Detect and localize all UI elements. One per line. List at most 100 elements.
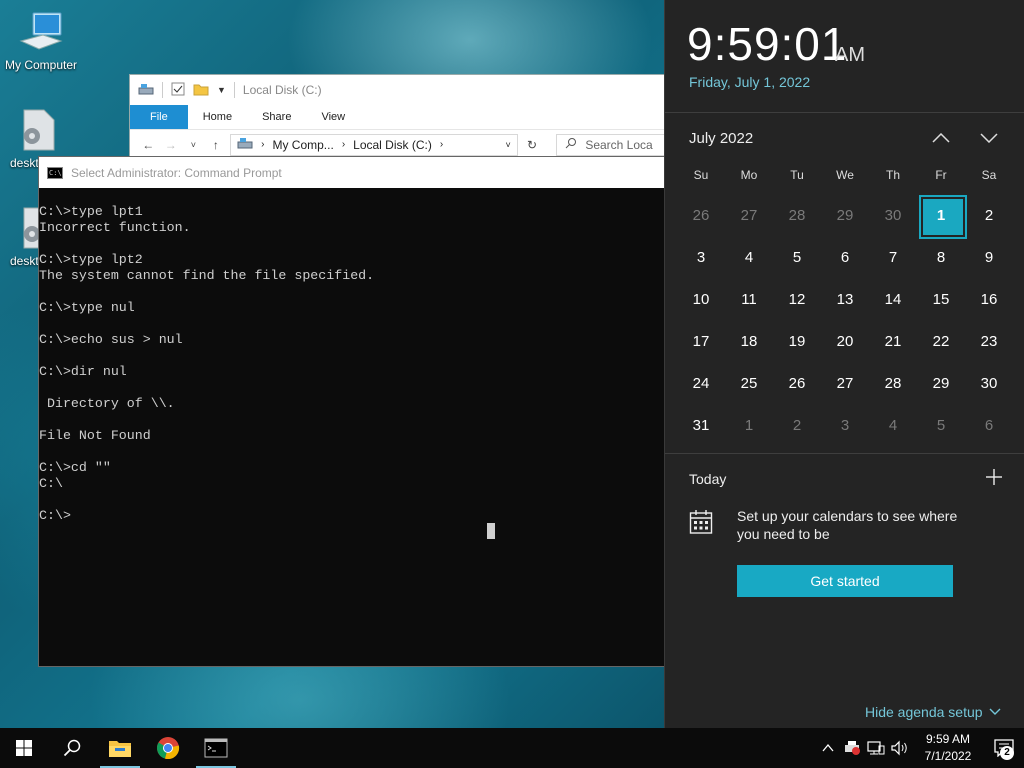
command-prompt-window[interactable]: C:\ Select Administrator: Command Prompt… [38, 156, 669, 667]
breadcrumb-item[interactable]: Local Disk (C:) [353, 138, 432, 152]
calendar-day-number: 1 [936, 206, 946, 224]
get-started-button[interactable]: Get started [737, 565, 953, 597]
calendar-day-number: 22 [932, 332, 950, 350]
calendar-day-number: 12 [788, 290, 806, 308]
hide-agenda-link[interactable]: Hide agenda setup [865, 704, 1001, 720]
calendar-day[interactable]: 23 [965, 320, 1013, 362]
action-center-button[interactable]: 2 [984, 728, 1024, 768]
recent-dropdown-icon[interactable]: ˅ [185, 140, 202, 150]
windows-logo-icon [16, 740, 32, 756]
tray-volume-button[interactable] [888, 728, 912, 768]
chevron-up-icon [822, 744, 834, 752]
chevron-down-icon [989, 708, 1001, 715]
calendar-day[interactable]: 22 [917, 320, 965, 362]
calendar-day-number: 1 [744, 416, 754, 434]
address-dropdown-icon[interactable]: ˅ [506, 140, 511, 150]
calendar-day[interactable]: 15 [917, 278, 965, 320]
console-line: C:\>dir nul [39, 364, 127, 379]
up-arrow-icon[interactable]: ↑ [208, 138, 225, 152]
calendar-day[interactable]: 13 [821, 278, 869, 320]
calendar-day[interactable]: 9 [965, 236, 1013, 278]
taskbar-command-prompt[interactable] [192, 728, 240, 768]
breadcrumb-item[interactable]: My Comp... [272, 138, 333, 152]
search-box[interactable]: Search Loca [556, 133, 668, 156]
back-arrow-icon[interactable]: ← [140, 138, 157, 152]
calendar-day[interactable]: 3 [821, 404, 869, 446]
forward-arrow-icon[interactable]: → [163, 138, 180, 152]
desktop-icon-my-computer[interactable]: My Computer [0, 10, 82, 72]
calendar-day[interactable]: 25 [725, 362, 773, 404]
calendar-day[interactable]: 8 [917, 236, 965, 278]
settings-file-icon [16, 108, 60, 152]
calendar-day[interactable]: 6 [965, 404, 1013, 446]
calendar-day[interactable]: 10 [677, 278, 725, 320]
refresh-icon[interactable]: ↻ [524, 138, 541, 152]
calendar-day[interactable]: 11 [725, 278, 773, 320]
console-line: File Not Found [39, 428, 151, 443]
customize-dropdown-icon[interactable]: ▼ [217, 85, 226, 95]
tab-view[interactable]: View [306, 105, 360, 129]
calendar-day[interactable]: 30 [965, 362, 1013, 404]
taskbar-search-button[interactable] [48, 728, 96, 768]
console-output[interactable]: C:\>type lpt1 Incorrect function. C:\>type… [39, 188, 668, 524]
calendar-day[interactable]: 4 [869, 404, 917, 446]
calendar-day-number: 24 [692, 374, 710, 392]
calendar-day[interactable]: 16 [965, 278, 1013, 320]
tab-share[interactable]: Share [247, 105, 306, 129]
calendar-day[interactable]: 29 [821, 194, 869, 236]
taskbar-file-explorer[interactable] [96, 728, 144, 768]
calendar-day[interactable]: 17 [677, 320, 725, 362]
tray-app-icon[interactable] [840, 728, 864, 768]
calendar-day[interactable]: 27 [821, 362, 869, 404]
calendar-day[interactable]: 24 [677, 362, 725, 404]
weekday-label: Fr [935, 168, 947, 182]
calendar-day[interactable]: 27 [725, 194, 773, 236]
calendar-day[interactable]: 4 [725, 236, 773, 278]
calendar-day-number: 5 [936, 416, 946, 434]
tray-network-button[interactable] [864, 728, 888, 768]
calendar-day[interactable]: 14 [869, 278, 917, 320]
calendar-day[interactable]: 5 [773, 236, 821, 278]
next-month-button[interactable] [975, 124, 1003, 152]
calendar-day-today[interactable]: 1 [917, 194, 967, 239]
taskbar-chrome[interactable] [144, 728, 192, 768]
drive-icon [237, 137, 253, 152]
calendar-day[interactable]: 1 [725, 404, 773, 446]
tray-clock[interactable]: 9:59 AM 7/1/2022 [912, 731, 984, 765]
calendar-day[interactable]: 26 [677, 194, 725, 236]
calendar-day[interactable]: 12 [773, 278, 821, 320]
calendar-day[interactable]: 2 [773, 404, 821, 446]
clock-date-link[interactable]: Friday, July 1, 2022 [689, 74, 810, 90]
show-hidden-icons-button[interactable] [816, 728, 840, 768]
calendar-day[interactable]: 20 [821, 320, 869, 362]
calendar-day[interactable]: 18 [725, 320, 773, 362]
calendar-day[interactable]: 6 [821, 236, 869, 278]
calendar-day[interactable]: 31 [677, 404, 725, 446]
calendar-day-number: 8 [936, 248, 946, 266]
address-bar[interactable]: › My Comp... › Local Disk (C:) › ˅ [230, 133, 518, 156]
cmd-title-bar[interactable]: C:\ Select Administrator: Command Prompt [39, 157, 668, 188]
calendar-day[interactable]: 19 [773, 320, 821, 362]
add-event-button[interactable] [983, 466, 1005, 488]
start-button[interactable] [0, 728, 48, 768]
calendar-day[interactable]: 28 [773, 194, 821, 236]
new-folder-icon[interactable] [193, 82, 209, 99]
calendar-month-label[interactable]: July 2022 [689, 130, 753, 147]
calendar-day[interactable]: 5 [917, 404, 965, 446]
tab-file[interactable]: File [130, 105, 188, 129]
calendar-day[interactable]: 29 [917, 362, 965, 404]
calendar-day[interactable]: 30 [869, 194, 917, 236]
calendar-day[interactable]: 21 [869, 320, 917, 362]
previous-month-button[interactable] [927, 124, 955, 152]
calendar-day[interactable]: 28 [869, 362, 917, 404]
calendar-day[interactable]: 2 [965, 194, 1013, 236]
properties-icon[interactable] [171, 82, 185, 99]
calendar-day[interactable]: 26 [773, 362, 821, 404]
console-line: C:\> [39, 508, 71, 523]
calendar-day[interactable]: 7 [869, 236, 917, 278]
calendar-day-number: 10 [692, 290, 710, 308]
calendar-day[interactable]: 3 [677, 236, 725, 278]
tab-home[interactable]: Home [188, 105, 247, 129]
calendar-weekday-header: Su Mo Tu We Th Fr Sa [677, 168, 1013, 182]
